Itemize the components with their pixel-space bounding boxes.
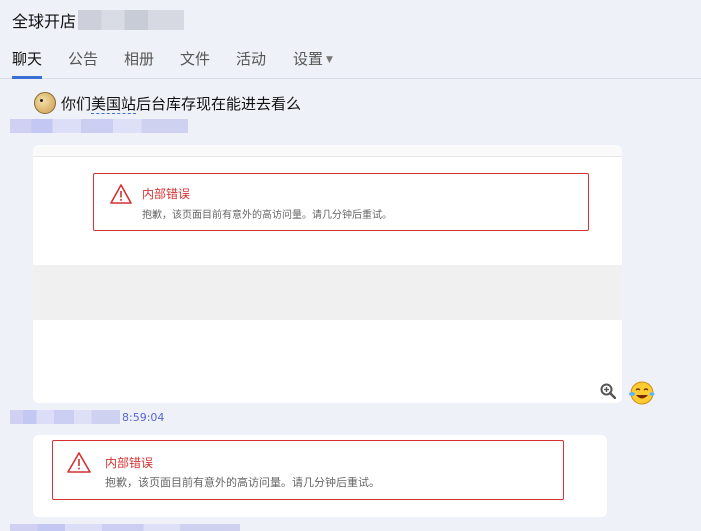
warning-triangle-icon bbox=[67, 452, 91, 473]
tab-activity-label: 活动 bbox=[236, 50, 267, 68]
message-card: 内部错误 抱歉，该页面目前有意外的高访问量。请几分钟后重试。 bbox=[33, 145, 622, 403]
tab-notice-label: 公告 bbox=[68, 50, 99, 68]
warning-triangle-icon bbox=[110, 184, 132, 204]
tab-settings[interactable]: 设置 ▼ bbox=[293, 48, 333, 76]
tab-album-label: 相册 bbox=[124, 50, 155, 68]
tab-settings-label: 设置 bbox=[293, 50, 324, 68]
message-link[interactable]: 美国站 bbox=[91, 94, 137, 114]
tab-album[interactable]: 相册 bbox=[124, 48, 154, 76]
group-title: 全球开店 bbox=[12, 12, 77, 31]
message-text: 你们美国站后台库存现在能进去看么 bbox=[61, 93, 301, 114]
error-box: 内部错误 抱歉，该页面目前有意外的高访问量。请几分钟后重试。 bbox=[93, 173, 589, 231]
sender-name-redacted bbox=[10, 410, 120, 424]
chevron-down-icon: ▼ bbox=[326, 55, 333, 65]
message-timestamp: 8:59:04 bbox=[122, 411, 165, 424]
tab-chat-label: 聊天 bbox=[12, 50, 43, 68]
tab-activity[interactable]: 活动 bbox=[236, 48, 266, 76]
tab-chat[interactable]: 聊天 bbox=[12, 48, 43, 79]
sender-name-redacted bbox=[10, 119, 188, 133]
chat-message: 你们美国站后台库存现在能进去看么 bbox=[34, 90, 301, 116]
sender-name-redacted bbox=[10, 524, 240, 531]
error-description: 抱歉，该页面目前有意外的高访问量。请几分钟后重试。 bbox=[105, 476, 380, 489]
message-card: 内部错误 抱歉，该页面目前有意外的高访问量。请几分钟后重试。 bbox=[33, 435, 607, 517]
title-redacted bbox=[78, 10, 185, 30]
card-gray-band bbox=[33, 265, 622, 320]
tab-bar: 聊天 公告 相册 文件 活动 设置 ▼ bbox=[0, 42, 701, 79]
error-title: 内部错误 bbox=[105, 456, 154, 470]
tab-files[interactable]: 文件 bbox=[180, 48, 210, 76]
laughing-emoji-icon[interactable] bbox=[627, 380, 655, 406]
zoom-in-icon[interactable] bbox=[600, 383, 616, 399]
message-text-suffix: 后台库存现在能进去看么 bbox=[136, 94, 302, 113]
error-description: 抱歉，该页面目前有意外的高访问量。请几分钟后重试。 bbox=[142, 210, 392, 221]
bird-avatar-icon[interactable] bbox=[34, 92, 56, 114]
group-title-bar: 全球开店 bbox=[12, 8, 185, 32]
tab-files-label: 文件 bbox=[180, 50, 211, 68]
error-title: 内部错误 bbox=[142, 187, 191, 201]
message-text-prefix: 你们 bbox=[61, 94, 92, 113]
card-header-strip bbox=[33, 145, 622, 157]
error-box: 内部错误 抱歉，该页面目前有意外的高访问量。请几分钟后重试。 bbox=[52, 440, 564, 500]
tab-notice[interactable]: 公告 bbox=[68, 48, 98, 76]
